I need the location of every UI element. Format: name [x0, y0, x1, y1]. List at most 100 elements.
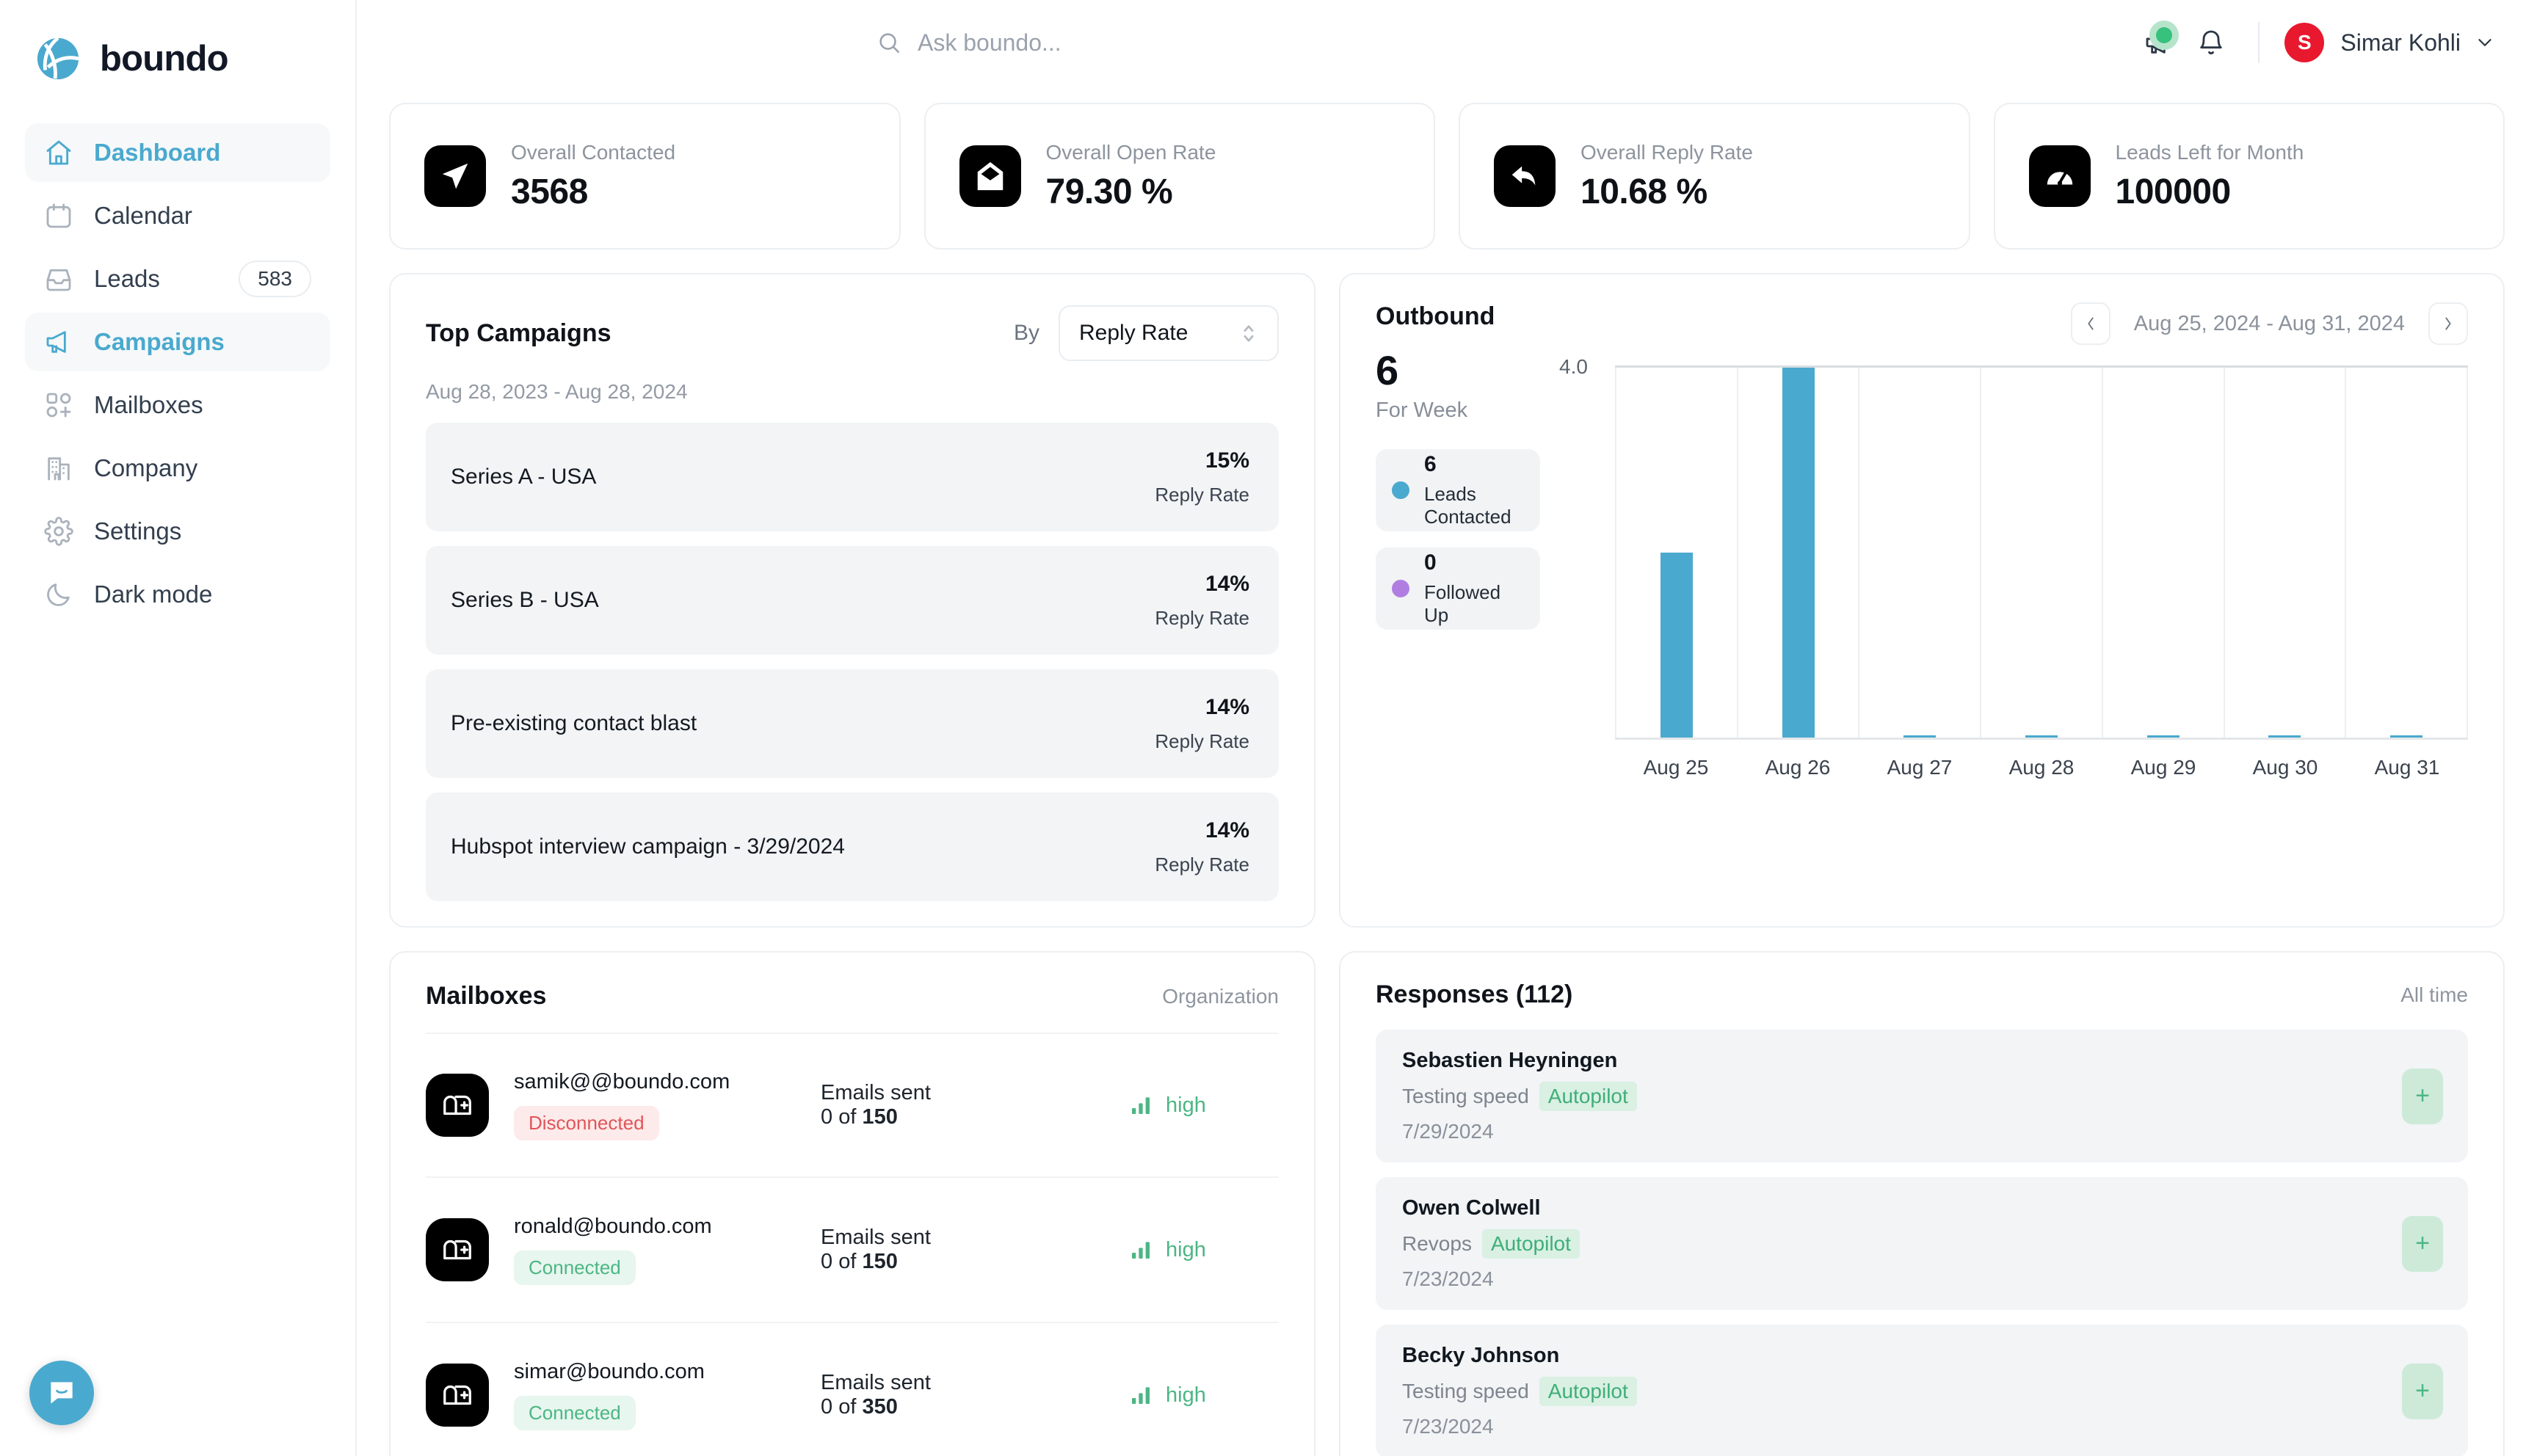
page-title: Top Campaigns: [426, 318, 611, 347]
moon-icon: [47, 583, 70, 606]
x-axis-tick-label: Aug 30: [2252, 756, 2318, 779]
response-campaign: Testing speed Autopilot: [1402, 1377, 1637, 1406]
x-axis-tick-label: Aug 28: [2008, 756, 2075, 779]
campaign-metric: 14% Reply Rate: [1155, 818, 1249, 876]
leads-count-badge: 583: [239, 261, 311, 297]
chart-bar[interactable]: [1660, 553, 1693, 738]
add-response-button[interactable]: +: [2402, 1363, 2443, 1419]
response-name: Becky Johnson: [1402, 1344, 1560, 1367]
search-icon: [879, 33, 900, 54]
mailbox-sent: Emails sent 0 of 150: [821, 1081, 1129, 1129]
responses-list: Sebastien Heyningen Testing speed Autopi…: [1376, 1030, 2468, 1456]
sort-by-label: By: [1013, 321, 1039, 345]
sidebar-item-label: Mailboxes: [94, 391, 203, 418]
chart-bar[interactable]: [2146, 735, 2180, 738]
chart-column: [1738, 368, 1860, 738]
y-axis-tick-label: 4.0: [1559, 355, 1588, 378]
legend-dot-icon: [1392, 481, 1409, 499]
chevron-left-icon: [2088, 317, 2094, 330]
emails-sent-label: Emails sent: [821, 1371, 931, 1394]
list-item[interactable]: Sebastien Heyningen Testing speed Autopi…: [1376, 1030, 2468, 1162]
table-row[interactable]: Series B - USA 14% Reply Rate: [426, 546, 1279, 655]
reply-icon: [1494, 145, 1556, 207]
stat-label: Leads Left for Month: [2115, 140, 2304, 164]
mailboxes-title: Mailboxes: [426, 982, 547, 1010]
sidebar-item-mailboxes[interactable]: Mailboxes: [25, 376, 330, 434]
mailbox-email: samik@@boundo.com: [514, 1070, 730, 1093]
chart-bar[interactable]: [2390, 735, 2423, 738]
response-details: Sebastien Heyningen Testing speed Autopi…: [1402, 1049, 1637, 1143]
user-name: Simar Kohli: [2340, 29, 2461, 56]
status-badge: Connected: [514, 1251, 636, 1285]
sidebar-item-campaigns[interactable]: Campaigns: [25, 313, 330, 371]
sidebar-item-settings[interactable]: Settings: [25, 502, 330, 561]
campaign-percent: 14%: [1205, 571, 1249, 596]
response-details: Owen Colwell Revops Autopilot 7/23/2024: [1402, 1196, 1580, 1291]
brand-name: boundo: [100, 39, 229, 79]
sort-select[interactable]: Reply Rate: [1059, 305, 1279, 361]
mailbox-icon: [426, 1218, 489, 1281]
responses-scope: All time: [2400, 983, 2468, 1006]
campaign-percent: 15%: [1205, 448, 1249, 473]
search-bar[interactable]: [377, 29, 2132, 57]
sidebar-item-dark-mode[interactable]: Dark mode: [25, 565, 330, 624]
add-response-button[interactable]: +: [2402, 1215, 2443, 1272]
table-row[interactable]: Series A - USA 15% Reply Rate: [426, 423, 1279, 531]
status-badge: Disconnected: [514, 1106, 659, 1140]
notifications-button[interactable]: [2185, 16, 2237, 69]
chart-bar[interactable]: [1903, 735, 1937, 738]
legend-value: 0: [1424, 550, 1437, 575]
campaign-name: Series B - USA: [451, 588, 599, 612]
chart-column: [1615, 368, 1738, 738]
list-item[interactable]: simar@boundo.com Connected Emails sent 0…: [426, 1323, 1279, 1456]
chart-column: [2225, 368, 2347, 738]
sidebar-nav: Dashboard Calendar Leads 583 Campaigns M…: [0, 91, 355, 624]
outbound-panel: Outbound Aug 25, 2024 - Aug 31, 2024 6 F…: [1339, 273, 2505, 928]
sidebar-item-label: Dark mode: [94, 580, 213, 608]
chart-bar[interactable]: [2268, 735, 2301, 738]
mailbox-icon: [426, 1074, 489, 1137]
chevron-right-icon: [2445, 317, 2451, 330]
campaign-name: Pre-existing contact blast: [451, 711, 697, 735]
sidebar-item-leads[interactable]: Leads 583: [25, 250, 330, 308]
announcements-button[interactable]: [2132, 16, 2185, 69]
chevron-down-icon[interactable]: [2474, 32, 2496, 54]
stat-cards: Overall Contacted 3568 Overall Open Rate…: [389, 103, 2505, 250]
envelope-open-icon: [959, 145, 1021, 207]
outbound-bar-chart: 4.0 Aug 25 Aug 26 Aug 27 Aug 28 Aug 29 Aug 30…: [1559, 349, 2469, 779]
topbar-actions: S Simar Kohli: [2132, 16, 2496, 69]
sidebar-item-label: Dashboard: [94, 139, 221, 166]
chat-launcher-button[interactable]: [29, 1361, 94, 1425]
avatar[interactable]: S: [2284, 23, 2325, 62]
status-badge: Connected: [514, 1396, 636, 1430]
outbound-total: 6: [1376, 347, 1399, 393]
list-item[interactable]: Becky Johnson Testing speed Autopilot 7/…: [1376, 1325, 2468, 1456]
list-item[interactable]: ronald@boundo.com Connected Emails sent …: [426, 1178, 1279, 1323]
topbar: S Simar Kohli: [357, 0, 2537, 85]
sidebar-item-dashboard[interactable]: Dashboard: [25, 123, 330, 182]
outbound-date-range: Aug 25, 2024 - Aug 31, 2024: [2133, 311, 2405, 335]
search-input[interactable]: [918, 29, 1299, 57]
add-response-button[interactable]: +: [2402, 1068, 2443, 1124]
chart-bar[interactable]: [2025, 735, 2058, 738]
mailbox-health: high: [1129, 1383, 1206, 1408]
mailbox-health-label: high: [1166, 1237, 1206, 1262]
legend-label: Followed Up: [1424, 580, 1501, 626]
list-item[interactable]: Owen Colwell Revops Autopilot 7/23/2024 …: [1376, 1177, 2468, 1310]
gauge-icon: [2028, 145, 2091, 207]
chart-bar[interactable]: [1782, 368, 1815, 738]
sidebar-item-calendar[interactable]: Calendar: [25, 186, 330, 245]
brand[interactable]: boundo: [0, 0, 355, 91]
mailbox-email: simar@boundo.com: [514, 1360, 705, 1383]
table-row[interactable]: Hubspot interview campaign - 3/29/2024 1…: [426, 793, 1279, 901]
send-icon: [424, 145, 486, 207]
stat-card-overall-open-rate: Overall Open Rate 79.30 %: [923, 103, 1435, 250]
table-row[interactable]: Pre-existing contact blast 14% Reply Rat…: [426, 669, 1279, 778]
list-item[interactable]: samik@@boundo.com Disconnected Emails se…: [426, 1033, 1279, 1178]
mailbox-identity: simar@boundo.com Connected: [514, 1360, 821, 1430]
sidebar-item-company[interactable]: Company: [25, 439, 330, 498]
prev-week-button[interactable]: [2070, 302, 2110, 345]
outbound-summary: 6 For Week 6 Leads Contacted 0 Followed …: [1376, 349, 1559, 779]
x-axis-tick-label: Aug 25: [1643, 756, 1709, 779]
next-week-button[interactable]: [2428, 302, 2468, 345]
